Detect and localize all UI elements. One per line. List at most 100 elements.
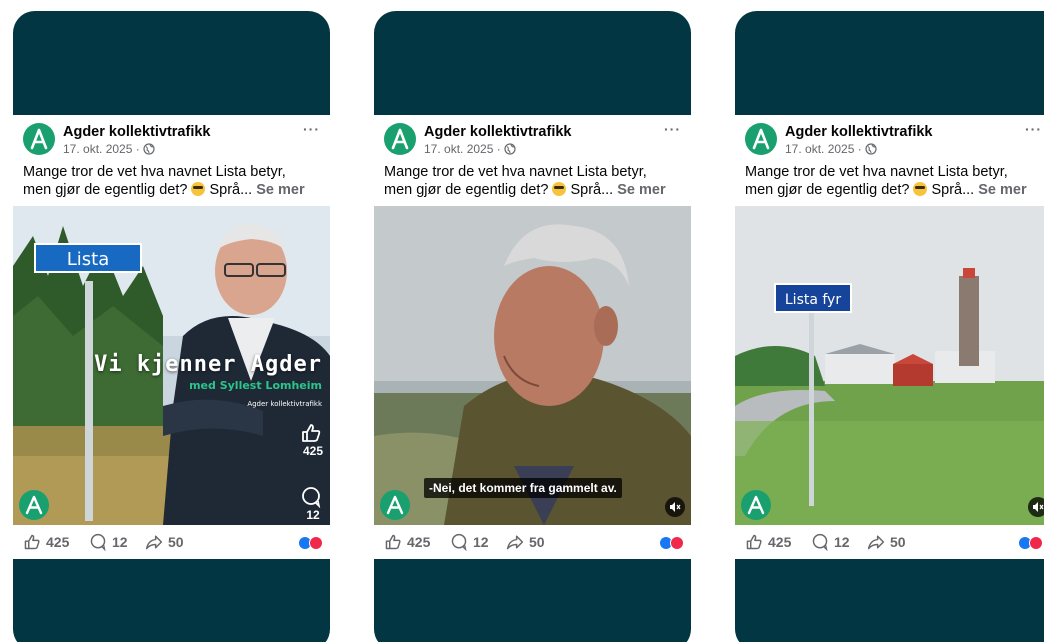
comment-count: 12: [834, 534, 850, 550]
comment-icon: [451, 533, 467, 551]
see-more-link[interactable]: Se mer: [978, 182, 1026, 198]
caption-line-1: Mange tror de vet hva navnet Lista betyr…: [745, 164, 1008, 180]
post-card-2[interactable]: Agder kollektivtrafikk 17. okt. 2025 · ·…: [374, 11, 691, 642]
agder-logo-icon[interactable]: [745, 123, 777, 155]
post: Agder kollektivtrafikk 17. okt. 2025 · ·…: [374, 115, 691, 559]
post-date[interactable]: 17. okt. 2025 ·: [424, 142, 501, 156]
caption-line-1: Mange tror de vet hva navnet Lista betyr…: [384, 164, 647, 180]
comment-count: 12: [112, 534, 128, 550]
video-brand-overlay: Agder kollektivtrafikk: [247, 400, 322, 408]
post-meta: 17. okt. 2025 ·: [785, 142, 877, 158]
post-caption: Mange tror de vet hva navnet Lista betyr…: [745, 163, 1044, 199]
side-like-count: 425: [302, 444, 324, 458]
reels-carousel: Agder kollektivtrafikk 17. okt. 2025 · ·…: [0, 0, 1044, 642]
reactions-summary[interactable]: [1018, 536, 1044, 550]
share-icon: [506, 535, 524, 550]
post-actions: 425 12 50: [384, 533, 691, 555]
side-comment-count: 12: [306, 508, 320, 522]
comment-button[interactable]: 12: [811, 533, 850, 551]
share-count: 50: [529, 534, 545, 550]
caption-truncated: Språ...: [566, 182, 614, 198]
share-count: 50: [168, 534, 184, 550]
globe-icon: [865, 143, 877, 158]
author-name[interactable]: Agder kollektivtrafikk: [424, 124, 571, 140]
sunglasses-emoji-icon: [191, 182, 206, 196]
reactions-summary[interactable]: [659, 536, 685, 550]
side-like-button[interactable]: 425: [300, 422, 326, 458]
author-name[interactable]: Agder kollektivtrafikk: [785, 124, 932, 140]
love-reaction-icon: [309, 536, 323, 550]
more-options-icon[interactable]: ···: [664, 121, 681, 137]
post-date[interactable]: 17. okt. 2025 ·: [785, 142, 862, 156]
caption-line-1: Mange tror de vet hva navnet Lista betyr…: [23, 164, 286, 180]
caption-line-2: men gjør de egentlig det?: [384, 182, 549, 198]
share-icon: [145, 535, 163, 550]
video-title-overlay: Vi kjenner Agder: [94, 352, 322, 377]
sunglasses-emoji-icon: [913, 182, 928, 196]
love-reaction-icon: [670, 536, 684, 550]
like-button[interactable]: 425: [384, 533, 430, 551]
mute-button[interactable]: [1028, 497, 1044, 517]
share-count: 50: [890, 534, 906, 550]
like-icon: [24, 534, 40, 550]
video-subtitle-overlay: med Syllest Lomheim: [189, 379, 322, 392]
caption-line-2: men gjør de egentlig det?: [745, 182, 910, 198]
comment-button[interactable]: 12: [89, 533, 128, 551]
post-meta: 17. okt. 2025 ·: [424, 142, 516, 158]
comment-icon: [90, 533, 106, 551]
globe-icon: [504, 143, 516, 158]
caption-truncated: Språ...: [205, 182, 253, 198]
mute-icon: [670, 502, 681, 512]
comment-icon: [812, 533, 828, 551]
post-card-1[interactable]: Agder kollektivtrafikk 17. okt. 2025 · ·…: [13, 11, 330, 642]
like-icon: [746, 534, 762, 550]
more-options-icon[interactable]: ···: [303, 121, 320, 137]
agder-watermark-icon: [19, 490, 49, 520]
post-header: Agder kollektivtrafikk 17. okt. 2025 · ·…: [745, 121, 1044, 158]
post-actions: 425 12 50: [23, 533, 330, 555]
agder-logo-icon[interactable]: [384, 123, 416, 155]
see-more-link[interactable]: Se mer: [256, 182, 304, 198]
more-options-icon[interactable]: ···: [1025, 121, 1042, 137]
like-button[interactable]: 425: [23, 533, 69, 551]
side-comment-button[interactable]: 12: [300, 486, 326, 522]
reel-video[interactable]: Lista fyr: [735, 206, 1044, 525]
post-date[interactable]: 17. okt. 2025 ·: [63, 142, 140, 156]
mute-icon: [1033, 502, 1044, 512]
comment-count: 12: [473, 534, 489, 550]
reactions-summary[interactable]: [298, 536, 324, 550]
post-card-3[interactable]: Agder kollektivtrafikk 17. okt. 2025 · ·…: [735, 11, 1044, 642]
like-icon: [385, 534, 401, 550]
caption-line-2: men gjør de egentlig det?: [23, 182, 188, 198]
road-sign-text: Lista fyr: [785, 292, 841, 308]
author-name[interactable]: Agder kollektivtrafikk: [63, 124, 210, 140]
comment-icon: [302, 487, 321, 508]
video-frame: Lista fyr: [735, 206, 1044, 525]
like-count: 425: [768, 534, 792, 550]
post: Agder kollektivtrafikk 17. okt. 2025 · ·…: [13, 115, 330, 559]
post-caption: Mange tror de vet hva navnet Lista betyr…: [384, 163, 691, 199]
mute-button[interactable]: [665, 497, 685, 517]
like-icon: [302, 424, 321, 442]
like-count: 425: [407, 534, 431, 550]
share-button[interactable]: 50: [145, 533, 184, 551]
see-more-link[interactable]: Se mer: [617, 182, 665, 198]
share-button[interactable]: 50: [506, 533, 545, 551]
caption-truncated: Språ...: [927, 182, 975, 198]
share-button[interactable]: 50: [867, 533, 906, 551]
comment-button[interactable]: 12: [450, 533, 489, 551]
like-count: 425: [46, 534, 70, 550]
post-header: Agder kollektivtrafikk 17. okt. 2025 · ·…: [23, 121, 330, 158]
agder-watermark-icon: [380, 490, 410, 520]
post-actions: 425 12 50: [745, 533, 1044, 555]
sunglasses-emoji-icon: [552, 182, 567, 196]
reel-video[interactable]: -Nei, det kommer fra gammelt av.: [374, 206, 691, 525]
reel-video[interactable]: Lista Vi kjenner Agder med Syllest Lomhe…: [13, 206, 330, 525]
video-subtitle: -Nei, det kommer fra gammelt av.: [424, 478, 622, 498]
globe-icon: [143, 143, 155, 158]
like-button[interactable]: 425: [745, 533, 791, 551]
agder-logo-icon[interactable]: [23, 123, 55, 155]
post: Agder kollektivtrafikk 17. okt. 2025 · ·…: [735, 115, 1044, 559]
post-header: Agder kollektivtrafikk 17. okt. 2025 · ·…: [384, 121, 691, 158]
share-icon: [867, 535, 885, 550]
